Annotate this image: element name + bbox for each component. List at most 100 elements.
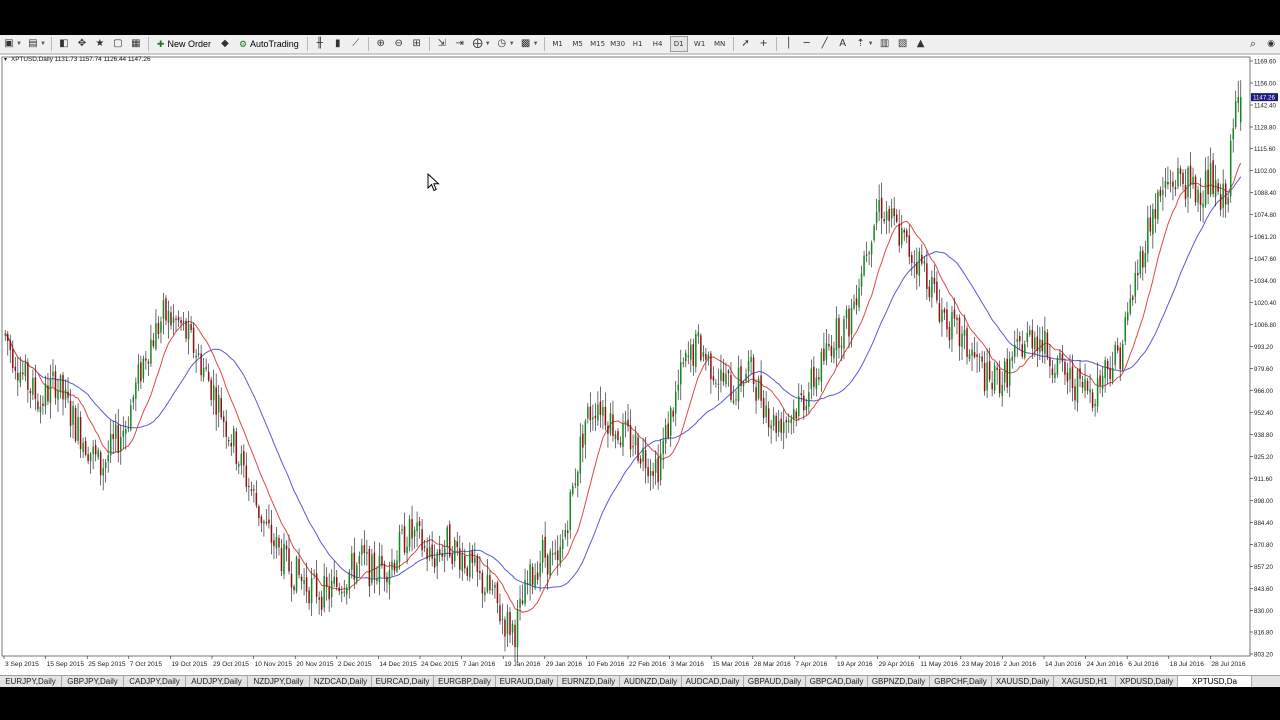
symbol-tab[interactable]: AUDCAD,Daily <box>682 676 744 687</box>
candle-body <box>946 309 948 330</box>
market-watch-icon[interactable]: ◧ <box>57 37 71 51</box>
arrows-icon[interactable]: ⇡ <box>854 37 868 51</box>
candle-body <box>1111 367 1114 381</box>
zoom-in-icon[interactable]: ⊕ <box>374 37 388 51</box>
candlesticks-icon[interactable]: ▮ <box>331 37 345 51</box>
timeframe-mn[interactable]: MN <box>712 37 728 51</box>
symbol-tab[interactable]: NZDCAD,Daily <box>310 676 372 687</box>
candle-body <box>1199 192 1202 206</box>
data-window-icon[interactable]: ✥ <box>75 37 89 51</box>
symbol-tab[interactable]: EURJPY,Daily <box>0 676 62 687</box>
candle-body <box>1101 375 1104 389</box>
candle-body <box>752 357 755 385</box>
dropdown-arrow-icon[interactable]: ▼ <box>509 41 515 47</box>
line-chart-icon[interactable]: ⟋ <box>349 37 363 51</box>
symbol-tab[interactable]: XPTUSD,Da <box>1178 676 1252 687</box>
horizontal-line-icon[interactable]: ─ <box>800 37 814 51</box>
arrows-glyph: ⇡ <box>856 38 865 49</box>
crosshair-icon[interactable]: + <box>757 37 771 51</box>
candle-body <box>486 574 489 592</box>
indicators-icon[interactable]: ⨁ <box>471 37 485 51</box>
metaeditor-icon[interactable]: ◆ <box>218 37 232 51</box>
candle-body <box>732 400 735 403</box>
cursor-tool-icon[interactable]: ➚ <box>739 37 753 51</box>
bar-chart-icon[interactable]: ╫ <box>313 37 327 51</box>
timeframe-h1[interactable]: H1 <box>630 37 646 51</box>
candlestick <box>536 561 539 585</box>
candle-body <box>1091 392 1094 408</box>
symbol-tab[interactable]: XAUUSD,Daily <box>992 676 1054 687</box>
timeframe-m15[interactable]: M15 <box>590 37 606 51</box>
candle-body <box>52 371 54 377</box>
symbol-tab[interactable]: GBPCHF,Daily <box>930 676 992 687</box>
chart-menu-icon[interactable]: ▾ <box>4 56 7 63</box>
timeframe-d1[interactable]: D1 <box>669 36 688 52</box>
candlestick <box>1132 294 1134 306</box>
terminal-icon[interactable]: ▢ <box>111 37 125 51</box>
price-chart[interactable]: 1169.60 1156.00 1142.40 1128.80 1115.60 1102.… <box>0 55 1280 676</box>
search-icon[interactable]: ⌕ <box>1246 37 1260 51</box>
account-icon[interactable]: ◉ <box>1264 37 1278 51</box>
candle-body <box>1071 366 1074 388</box>
symbol-tab[interactable]: EURGBP,Daily <box>434 676 496 687</box>
templates-icon[interactable]: ▩ <box>519 37 533 51</box>
strategy-tester-icon[interactable]: ▦ <box>129 37 143 51</box>
fibonacci-icon[interactable]: ▧ <box>896 37 910 51</box>
candlestick <box>865 241 868 263</box>
symbol-tab[interactable]: GBPNZD,Daily <box>868 676 930 687</box>
autotrading-button[interactable]: ⚙ AutoTrading <box>236 37 302 51</box>
chart-window[interactable]: 1169.60 1156.00 1142.40 1128.80 1115.60 1102.… <box>0 54 1280 676</box>
periods-icon[interactable]: ◷ <box>495 37 509 51</box>
auto-scroll-icon[interactable]: ⇲ <box>435 37 449 51</box>
candlestick <box>408 515 411 552</box>
candlestick <box>172 304 175 335</box>
tile-windows-icon[interactable]: ⊞ <box>410 37 424 51</box>
symbol-tab[interactable]: XPDUSD,Daily <box>1116 676 1178 687</box>
symbol-tab[interactable]: AUDNZD,Daily <box>620 676 682 687</box>
dropdown-arrow-icon[interactable]: ▼ <box>868 41 874 47</box>
candle-body <box>986 362 988 391</box>
trendline-icon[interactable]: ╱ <box>818 37 832 51</box>
symbol-tab[interactable]: GBPJPY,Daily <box>62 676 124 687</box>
candle-body <box>441 553 443 557</box>
timeframe-w1[interactable]: W1 <box>692 37 708 51</box>
chart-shift-icon[interactable]: ⇥ <box>453 37 467 51</box>
candlestick <box>1137 259 1139 291</box>
symbol-tab[interactable]: EURAUD,Daily <box>496 676 558 687</box>
new-order-button[interactable]: ✚ New Order <box>154 37 214 51</box>
vertical-line-icon[interactable]: │ <box>782 37 796 51</box>
dropdown-arrow-icon[interactable]: ▼ <box>485 41 491 47</box>
symbol-tab[interactable]: XAGUSD,H1 <box>1054 676 1116 687</box>
dropdown-arrow-icon[interactable]: ▼ <box>533 41 539 47</box>
candle-body <box>469 550 471 578</box>
symbol-tab[interactable]: AUDJPY,Daily <box>186 676 248 687</box>
dropdown-arrow-icon[interactable]: ▼ <box>16 41 22 47</box>
candlestick <box>386 572 388 593</box>
profiles-icon[interactable]: ▤ <box>26 37 40 51</box>
dropdown-arrow-icon[interactable]: ▼ <box>40 41 46 47</box>
candle-body <box>125 429 127 434</box>
text-tool-icon[interactable]: A <box>836 37 850 51</box>
candlestick <box>710 351 712 394</box>
symbol-tab[interactable]: GBPAUD,Daily <box>744 676 806 687</box>
symbol-tab[interactable]: EURNZD,Daily <box>558 676 620 687</box>
zoom-out-icon[interactable]: ⊖ <box>392 37 406 51</box>
navigator-icon[interactable]: ★ <box>93 37 107 51</box>
timeframe-m1[interactable]: M1 <box>550 37 566 51</box>
candlestick <box>765 391 767 424</box>
shapes-icon[interactable]: ▲ <box>914 37 928 51</box>
timeframe-h4[interactable]: H4 <box>650 37 666 51</box>
new-chart-icon[interactable]: ▣ <box>2 37 16 51</box>
symbol-tab[interactable]: EURCAD,Daily <box>372 676 434 687</box>
equidistant-channel-icon[interactable]: ▥ <box>878 37 892 51</box>
candlestick <box>381 544 383 569</box>
symbol-tab[interactable]: GBPCAD,Daily <box>806 676 868 687</box>
symbol-tab[interactable]: NZDJPY,Daily <box>248 676 310 687</box>
timeframe-m5[interactable]: M5 <box>570 37 586 51</box>
candlestick <box>335 569 338 591</box>
symbol-tab[interactable]: CADJPY,Daily <box>124 676 186 687</box>
candlestick <box>1096 362 1099 413</box>
candlestick <box>667 411 669 440</box>
timeframe-m30[interactable]: M30 <box>610 37 626 51</box>
candle-body <box>602 406 604 416</box>
